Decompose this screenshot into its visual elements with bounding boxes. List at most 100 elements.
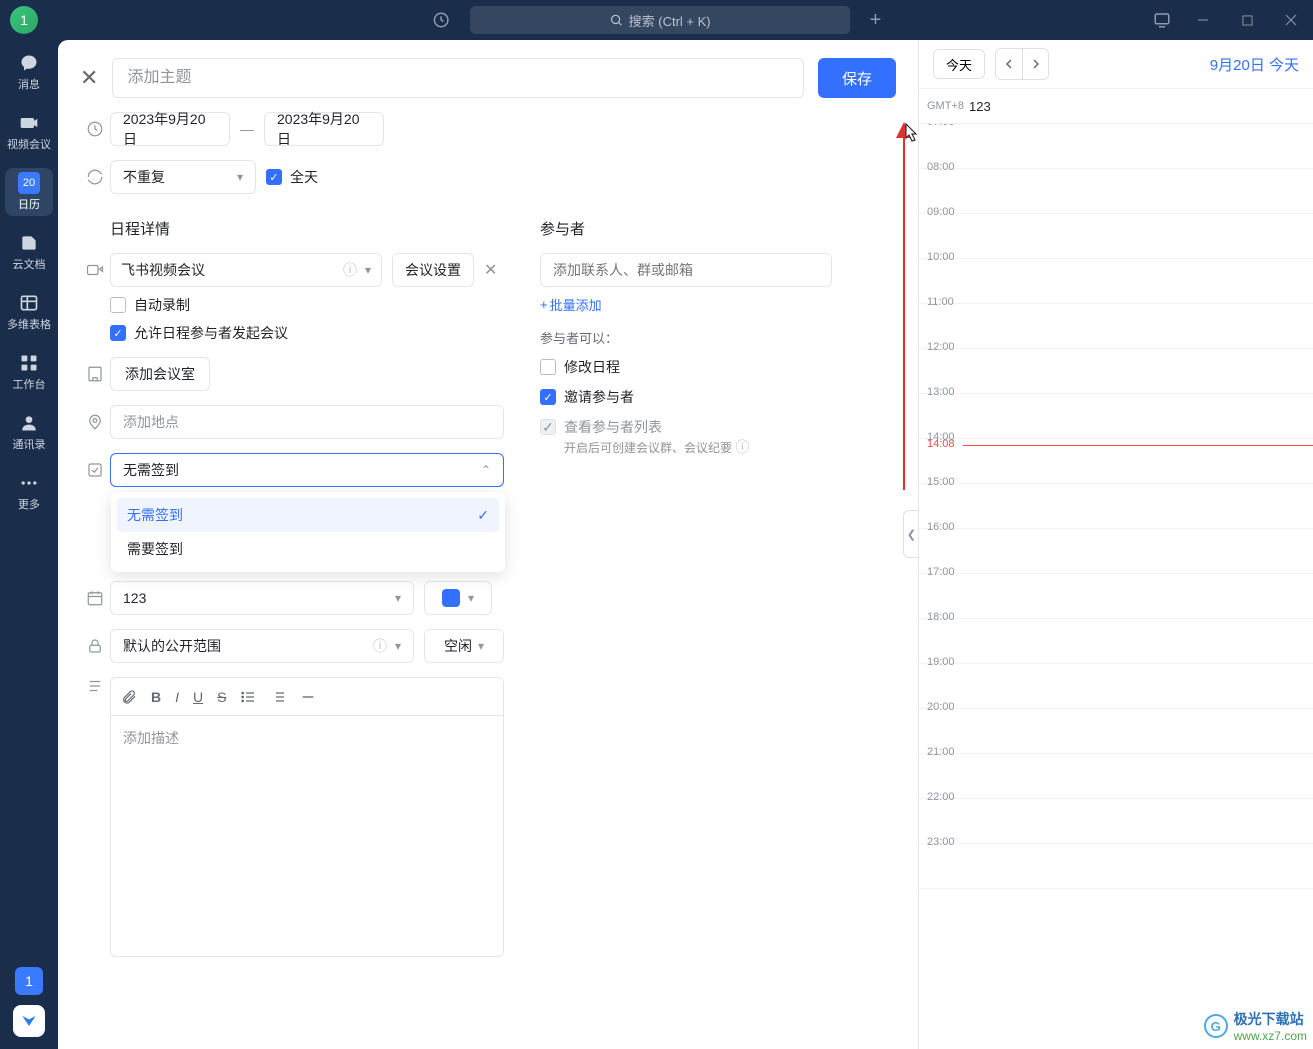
hour-row[interactable]: 19:00 bbox=[919, 664, 1313, 709]
clock-icon bbox=[80, 120, 110, 138]
hour-label: 11:00 bbox=[927, 296, 954, 308]
today-button[interactable]: 今天 bbox=[933, 49, 985, 79]
allday-checkbox[interactable]: ✓ 全天 bbox=[266, 167, 318, 187]
color-select[interactable]: ▾ bbox=[424, 581, 492, 615]
perm-invite-checkbox[interactable]: ✓ 邀请参与者 bbox=[540, 387, 896, 407]
plus-icon: + bbox=[540, 297, 548, 312]
close-icon[interactable]: ✕ bbox=[80, 65, 98, 91]
notification-badge[interactable]: 1 bbox=[15, 967, 43, 995]
event-title-input[interactable] bbox=[112, 58, 804, 98]
sidebar-item-label: 工作台 bbox=[13, 376, 46, 392]
checkin-option[interactable]: 需要签到 bbox=[117, 532, 499, 566]
number-list-icon[interactable] bbox=[270, 689, 286, 705]
calendar-icon: 20 bbox=[18, 172, 40, 194]
hour-row[interactable]: 10:00 bbox=[919, 259, 1313, 304]
hour-label: 15:00 bbox=[927, 476, 955, 488]
app-logo-icon[interactable] bbox=[13, 1005, 45, 1037]
remove-meeting-icon[interactable]: ✕ bbox=[484, 260, 497, 280]
checkin-option[interactable]: 无需签到 ✓ bbox=[117, 498, 499, 532]
meeting-settings-button[interactable]: 会议设置 bbox=[392, 253, 474, 287]
calendar-select[interactable]: 123 ▾ bbox=[110, 581, 414, 615]
hour-row[interactable]: 12:00 bbox=[919, 349, 1313, 394]
perm-view-hint: 开启后可创建会议群、会议纪要 ⓘ bbox=[564, 437, 896, 457]
now-line bbox=[963, 445, 1313, 446]
end-date-picker[interactable]: 2023年9月20日 bbox=[264, 112, 384, 146]
hour-row[interactable]: 15:00 bbox=[919, 484, 1313, 529]
description-editor[interactable]: B I U S 添加描述 bbox=[110, 677, 504, 957]
perm-modify-checkbox[interactable]: 修改日程 bbox=[540, 357, 896, 377]
hour-row[interactable]: 11:00 bbox=[919, 304, 1313, 349]
check-icon: ✓ bbox=[477, 507, 489, 524]
hour-label: 20:00 bbox=[927, 701, 955, 713]
sidebar-item-base[interactable]: 多维表格 bbox=[5, 288, 53, 336]
hour-label: 22:00 bbox=[927, 791, 955, 803]
collapse-handle[interactable]: ❮ bbox=[903, 510, 918, 558]
add-room-button[interactable]: 添加会议室 bbox=[110, 357, 210, 391]
sidebar-item-docs[interactable]: 云文档 bbox=[5, 228, 53, 276]
checkin-select[interactable]: 无需签到 ⌃ 无需签到 ✓ 需要签到 bbox=[110, 453, 504, 487]
bold-icon[interactable]: B bbox=[151, 689, 161, 705]
description-toolbar: B I U S bbox=[111, 678, 503, 716]
titlebar: 1 搜索 (Ctrl + K) + bbox=[0, 0, 1313, 40]
sidebar-item-messages[interactable]: 消息 bbox=[5, 48, 53, 96]
hour-label: 09:00 bbox=[927, 206, 955, 218]
location-icon bbox=[80, 413, 110, 431]
time-grid[interactable]: 07:0008:0009:0010:0011:0012:0013:0014:00… bbox=[919, 124, 1313, 1049]
bullet-list-icon[interactable] bbox=[240, 689, 256, 705]
batch-add-button[interactable]: + 批量添加 bbox=[540, 295, 896, 314]
sidebar-item-more[interactable]: 更多 bbox=[5, 468, 53, 516]
allow-start-label: 允许日程参与者发起会议 bbox=[134, 323, 288, 343]
option-label: 无需签到 bbox=[127, 505, 183, 525]
allow-start-checkbox[interactable]: ✓ 允许日程参与者发起会议 bbox=[110, 323, 288, 343]
busy-status-select[interactable]: 空闲 ▾ bbox=[424, 629, 504, 663]
hour-row[interactable]: 23:00 bbox=[919, 844, 1313, 889]
sidebar-item-workspace[interactable]: 工作台 bbox=[5, 348, 53, 396]
meeting-type-select[interactable]: 飞书视频会议 ⓘ ▾ bbox=[110, 253, 382, 287]
strike-icon[interactable]: S bbox=[217, 689, 226, 705]
hour-row[interactable]: 16:00 bbox=[919, 529, 1313, 574]
hour-row[interactable]: 09:00 bbox=[919, 214, 1313, 259]
search-input[interactable]: 搜索 (Ctrl + K) bbox=[470, 6, 850, 34]
close-button[interactable] bbox=[1279, 14, 1303, 26]
prev-day-button[interactable] bbox=[996, 49, 1022, 79]
checkbox-disabled-icon: ✓ bbox=[540, 419, 556, 435]
sidebar-item-label: 多维表格 bbox=[7, 316, 51, 332]
divider-icon[interactable] bbox=[300, 689, 316, 705]
avatar[interactable]: 1 bbox=[10, 6, 38, 34]
minimize-button[interactable] bbox=[1191, 14, 1215, 26]
chevron-down-icon: ▾ bbox=[237, 170, 243, 184]
sidebar-item-contacts[interactable]: 通讯录 bbox=[5, 408, 53, 456]
participant-input[interactable] bbox=[540, 253, 832, 287]
hour-row[interactable]: 22:00 bbox=[919, 799, 1313, 844]
auto-record-checkbox[interactable]: 自动录制 bbox=[110, 295, 190, 315]
screen-share-icon[interactable] bbox=[1153, 11, 1171, 29]
allday-event[interactable]: 123 bbox=[919, 88, 1313, 124]
location-input[interactable] bbox=[110, 405, 504, 439]
maximize-button[interactable] bbox=[1235, 15, 1259, 26]
sidebar-item-video[interactable]: 视频会议 bbox=[5, 108, 53, 156]
hour-row[interactable]: 08:00 bbox=[919, 169, 1313, 214]
repeat-select[interactable]: 不重复 ▾ bbox=[110, 160, 256, 194]
hour-row[interactable]: 17:00 bbox=[919, 574, 1313, 619]
event-editor: ✕ 保存 2023年9月20日 — 2023年9月20日 bbox=[58, 40, 918, 1049]
next-day-button[interactable] bbox=[1022, 49, 1048, 79]
history-icon[interactable] bbox=[432, 11, 450, 29]
visibility-select[interactable]: 默认的公开范围 ⓘ ▾ bbox=[110, 629, 414, 663]
hour-row[interactable]: 21:00 bbox=[919, 754, 1313, 799]
hour-row[interactable]: 13:00 bbox=[919, 394, 1313, 439]
hour-row[interactable]: 20:00 bbox=[919, 709, 1313, 754]
batch-add-label: 批量添加 bbox=[550, 295, 602, 314]
save-button[interactable]: 保存 bbox=[818, 58, 896, 98]
attachment-icon[interactable] bbox=[121, 689, 137, 705]
hour-row[interactable]: 18:00 bbox=[919, 619, 1313, 664]
video-icon bbox=[19, 112, 39, 134]
new-tab-button[interactable]: + bbox=[870, 9, 882, 32]
underline-icon[interactable]: U bbox=[193, 689, 203, 705]
italic-icon[interactable]: I bbox=[175, 689, 179, 705]
hour-row[interactable]: 07:00 bbox=[919, 124, 1313, 169]
calendar-day-panel: 今天 9月20日 今天 GMT+8 123 07:0008:0009:0010:… bbox=[918, 40, 1313, 1049]
start-date-picker[interactable]: 2023年9月20日 bbox=[110, 112, 230, 146]
sidebar-item-calendar[interactable]: 20 日历 bbox=[5, 168, 53, 216]
busy-value: 空闲 bbox=[444, 636, 472, 656]
hour-label: 10:00 bbox=[927, 251, 955, 263]
